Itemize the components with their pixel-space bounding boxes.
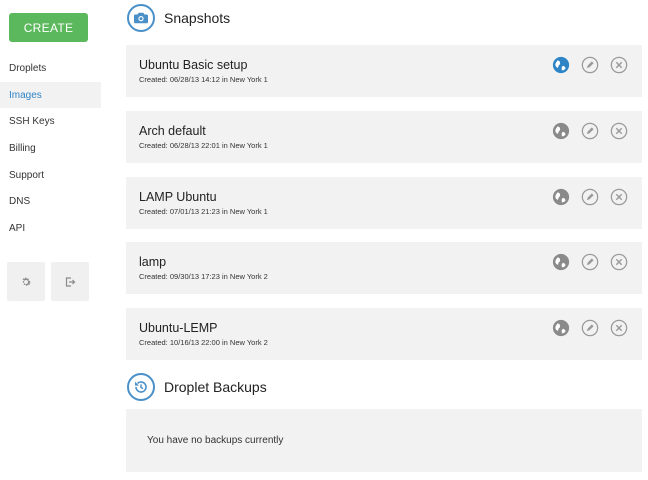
sidebar: CREATE Droplets Images SSH Keys Billing …	[0, 0, 101, 480]
backups-header: Droplet Backups	[127, 373, 267, 401]
sidebar-item-images[interactable]: Images	[0, 81, 101, 109]
logout-button[interactable]	[51, 262, 89, 301]
create-button[interactable]: CREATE	[9, 13, 88, 42]
snapshot-name: Ubuntu-LEMP	[139, 321, 218, 335]
snapshot-name: Ubuntu Basic setup	[139, 58, 248, 72]
snapshot-card: LAMP Ubuntu Created: 07/01/13 21:23 in N…	[126, 177, 642, 229]
gear-icon	[22, 277, 31, 286]
camera-icon	[127, 4, 155, 32]
snapshot-name: lamp	[139, 255, 167, 269]
snapshot-card: Ubuntu Basic setup Created: 06/28/13 14:…	[126, 45, 642, 97]
settings-button[interactable]	[7, 262, 45, 301]
logout-icon	[65, 276, 76, 287]
snapshot-meta: Created: 06/28/13 22:01 in New York 1	[139, 141, 268, 150]
sidebar-nav: Droplets Images SSH Keys Billing Support…	[0, 55, 101, 242]
delete-icon[interactable]	[610, 253, 628, 271]
snapshot-card: Ubuntu-LEMP Created: 10/16/13 22:00 in N…	[126, 308, 642, 360]
edit-icon[interactable]	[581, 253, 599, 271]
section-title: Snapshots	[164, 10, 231, 26]
delete-icon[interactable]	[610, 188, 628, 206]
history-icon	[127, 373, 155, 401]
edit-icon[interactable]	[581, 188, 599, 206]
section-title: Droplet Backups	[164, 379, 267, 395]
sidebar-item-dns[interactable]: DNS	[0, 188, 101, 215]
snapshot-name: LAMP Ubuntu	[139, 190, 217, 204]
sidebar-item-billing[interactable]: Billing	[0, 135, 101, 162]
snapshot-name: Arch default	[139, 124, 206, 138]
edit-icon[interactable]	[581, 122, 599, 140]
globe-icon[interactable]	[552, 319, 570, 337]
globe-icon[interactable]	[552, 56, 570, 74]
sidebar-item-ssh-keys[interactable]: SSH Keys	[0, 108, 101, 135]
globe-icon[interactable]	[552, 122, 570, 140]
globe-icon[interactable]	[552, 188, 570, 206]
globe-icon[interactable]	[552, 253, 570, 271]
snapshot-meta: Created: 10/16/13 22:00 in New York 2	[139, 338, 268, 347]
sidebar-item-support[interactable]: Support	[0, 162, 101, 189]
snapshots-header: Snapshots	[127, 4, 230, 32]
delete-icon[interactable]	[610, 319, 628, 337]
delete-icon[interactable]	[610, 122, 628, 140]
edit-icon[interactable]	[581, 319, 599, 337]
sidebar-item-droplets[interactable]: Droplets	[0, 55, 101, 82]
snapshot-card: lamp Created: 09/30/13 17:23 in New York…	[126, 242, 642, 294]
snapshot-meta: Created: 09/30/13 17:23 in New York 2	[139, 272, 268, 281]
delete-icon[interactable]	[610, 56, 628, 74]
sidebar-item-api[interactable]: API	[0, 215, 101, 242]
empty-state-text: You have no backups currently	[147, 435, 284, 446]
snapshot-card: Arch default Created: 06/28/13 22:01 in …	[126, 111, 642, 163]
snapshot-meta: Created: 06/28/13 14:12 in New York 1	[139, 75, 268, 84]
snapshot-meta: Created: 07/01/13 21:23 in New York 1	[139, 207, 268, 216]
backups-panel: You have no backups currently	[126, 409, 642, 472]
edit-icon[interactable]	[581, 56, 599, 74]
